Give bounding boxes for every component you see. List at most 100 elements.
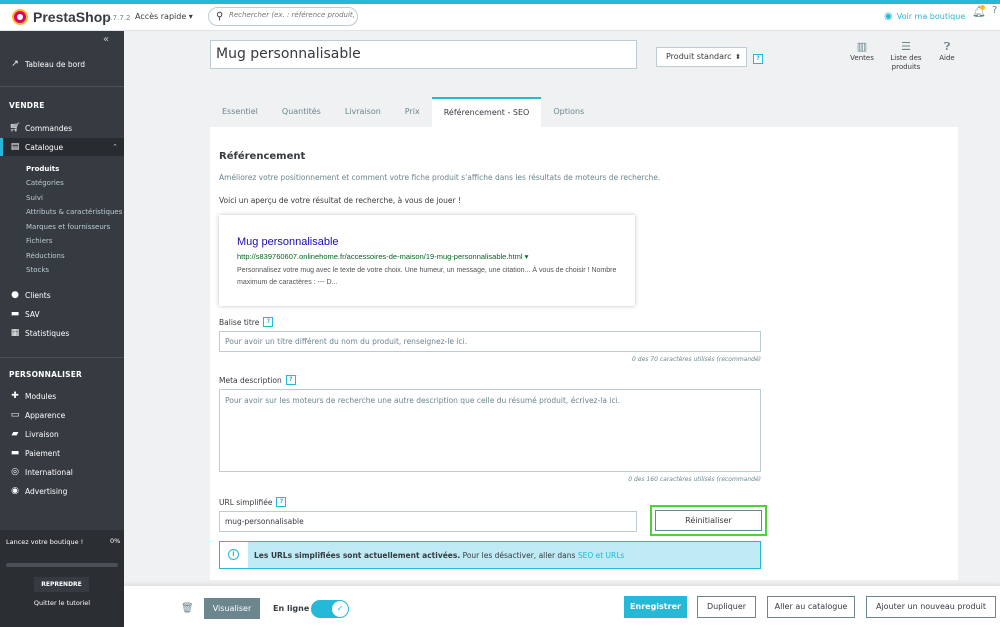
online-toggle[interactable]: ✓ [311,600,349,618]
product-tabs: Essentiel Quantités Livraison Prix Référ… [210,97,596,127]
product-type-select[interactable]: Produit standarc ⬍ [656,47,747,67]
trending-icon: ↗ [11,59,19,69]
puzzle-icon: ✚ [11,391,19,401]
tab-seo[interactable]: Référencement - SEO [431,97,542,127]
prestashop-logo[interactable]: PrestaShop [12,9,111,25]
advertising-icon: ◉ [11,486,19,496]
cart-icon: 🛒︎ [9,123,21,133]
toolbar-label: Liste des produits [890,54,922,71]
prestashop-logo-icon [12,9,28,25]
sidebar-item-sav[interactable]: ▬ SAV [0,305,124,323]
go-to-catalog-button[interactable]: Aller au catalogue [767,596,855,618]
tab-shipping[interactable]: Livraison [333,97,393,127]
sidebar-item-clients[interactable]: ● Clients [0,286,124,304]
sidebar-item-payment[interactable]: ▬ Paiement [0,444,124,462]
check-icon: ✓ [332,601,348,617]
alert-text: Les URLs simplifiées sont actuellement a… [254,551,624,560]
sidebar-item-label: Catalogue [25,142,64,152]
sidebar-item-international[interactable]: ◎ International [0,463,124,481]
help-icon[interactable]: ? [992,5,997,16]
product-name-input[interactable]: Mug personnalisable [210,40,637,69]
search-result-preview: Mug personnalisable http://s839760607.on… [219,215,635,306]
onboarding-text: Lancez votre boutique ! [6,538,84,546]
meta-desc-help-icon[interactable]: ? [285,375,296,385]
sidebar-item-catalog[interactable]: ▤ Catalogue ⌃ [0,138,124,156]
sidebar-item-shipping[interactable]: ▰ Livraison [0,425,124,443]
search-box[interactable]: ⚲ [208,7,358,26]
view-shop-link[interactable]: ◉ Voir ma boutique [884,11,965,22]
sidebar-item-stats[interactable]: ▦ Statistiques [0,324,124,342]
sidebar-item-modules[interactable]: ✚ Modules [0,387,124,405]
user-icon: ● [11,290,19,300]
toolbar-label: Aide [939,54,955,62]
sidebar-item-appearance[interactable]: ▭ Apparence [0,406,124,424]
preview-button[interactable]: Visualiser [204,598,260,619]
sidebar-divider [0,357,124,358]
seo-urls-link[interactable]: SEO et URLs [578,551,625,560]
tab-quantities[interactable]: Quantités [270,97,333,127]
meta-description-textarea[interactable]: Pour avoir sur les moteurs de recherche … [219,389,761,472]
seo-description: Améliorez votre positionnement et commen… [219,173,661,182]
quick-access-menu[interactable]: Accès rapide ▾ [135,12,193,21]
bar-chart-icon: ▦ [10,328,20,338]
meta-desc-label-row: Meta description ? [219,375,296,385]
meta-title-input[interactable]: Pour avoir un titre différent du nom du … [219,331,761,352]
product-type-help-icon[interactable]: ? [753,54,763,64]
sidebar-divider [0,86,124,87]
credit-card-icon: ▬ [10,448,20,458]
chat-icon: ▬ [10,309,20,319]
sidebar-item-label: Paiement [25,448,61,458]
sidebar-item-label: Clients [25,290,51,300]
sidebar-subitem-products[interactable]: Produits [26,165,59,173]
sidebar-item-label: Statistiques [25,328,70,338]
section-sell: VENDRE [9,101,45,110]
sidebar-subitem-attributes[interactable]: Attributs & caractéristiques [26,208,122,216]
sidebar-item-label: Modules [25,391,57,401]
truck-icon: ▰ [11,429,19,439]
preview-url: http://s839760607.onlinehome.fr/accessoi… [237,252,528,261]
alert-rest-text: Pour les désactiver, aller dans [460,551,578,560]
add-new-product-button[interactable]: Ajouter un nouveau produit [866,596,996,618]
meta-title-help-icon[interactable]: ? [263,317,274,327]
preview-url-dropdown-icon: ▾ [524,252,529,261]
alert-bold-text: Les URLs simplifiées sont actuellement a… [254,551,461,560]
sidebar-item-orders[interactable]: 🛒︎ Commandes [0,119,124,137]
duplicate-button[interactable]: Dupliquer [697,596,756,618]
notification-dot [980,5,985,10]
sidebar-subitem-categories[interactable]: Catégories [26,179,64,187]
store-icon: ▤ [10,142,20,152]
url-help-icon[interactable]: ? [276,497,287,507]
sidebar-subitem-stocks[interactable]: Stocks [26,266,49,274]
toolbar-label: Ventes [850,54,874,62]
friendly-url-alert: i Les URLs simplifiées sont actuellement… [219,541,761,569]
quit-tutorial-link[interactable]: Quitter le tutoriel [0,599,124,607]
friendly-url-input[interactable]: mug-personnalisable [219,511,637,532]
resume-button[interactable]: REPRENDRE [33,576,90,593]
sidebar-subitem-monitoring[interactable]: Suivi [26,194,43,202]
sidebar-subitem-files[interactable]: Fichiers [26,237,53,245]
sidebar-item-label: Advertising [25,486,68,496]
monitor-icon: ▭ [10,410,20,420]
preview-description: Personnalisez votre mug avec le texte de… [237,267,617,286]
sidebar-item-dashboard[interactable]: ↗ Tableau de bord [0,55,124,73]
tab-options[interactable]: Options [541,97,596,127]
toolbar-sales-button[interactable]: ▥ Ventes [848,41,876,63]
meta-title-label-row: Balise titre ? [219,317,274,327]
tab-essential[interactable]: Essentiel [210,97,270,127]
trash-icon[interactable]: 🗑︎ [181,603,194,614]
sidebar: « ↗ Tableau de bord VENDRE 🛒︎ Commandes … [0,31,124,627]
preview-title: Mug personnalisable [237,236,339,248]
sidebar-subitem-discounts[interactable]: Réductions [26,252,65,260]
search-input[interactable] [229,11,357,19]
tab-pricing[interactable]: Prix [393,97,432,127]
collapse-sidebar-icon[interactable]: « [103,34,109,45]
onboarding-percent: 0% [110,537,121,545]
globe-icon: ◎ [11,467,19,477]
sidebar-subitem-brands[interactable]: Marques et fournisseurs [26,223,110,231]
save-button[interactable]: Enregistrer [624,596,687,618]
toolbar-product-list-button[interactable]: ☰ Liste des produits [888,41,924,72]
sidebar-item-advertising[interactable]: ◉ Advertising [0,482,124,500]
toolbar-help-button[interactable]: ❓︎ Aide [935,41,959,63]
sidebar-item-label: Commandes [25,123,73,133]
reset-url-button[interactable]: Réinitialiser [655,510,762,531]
